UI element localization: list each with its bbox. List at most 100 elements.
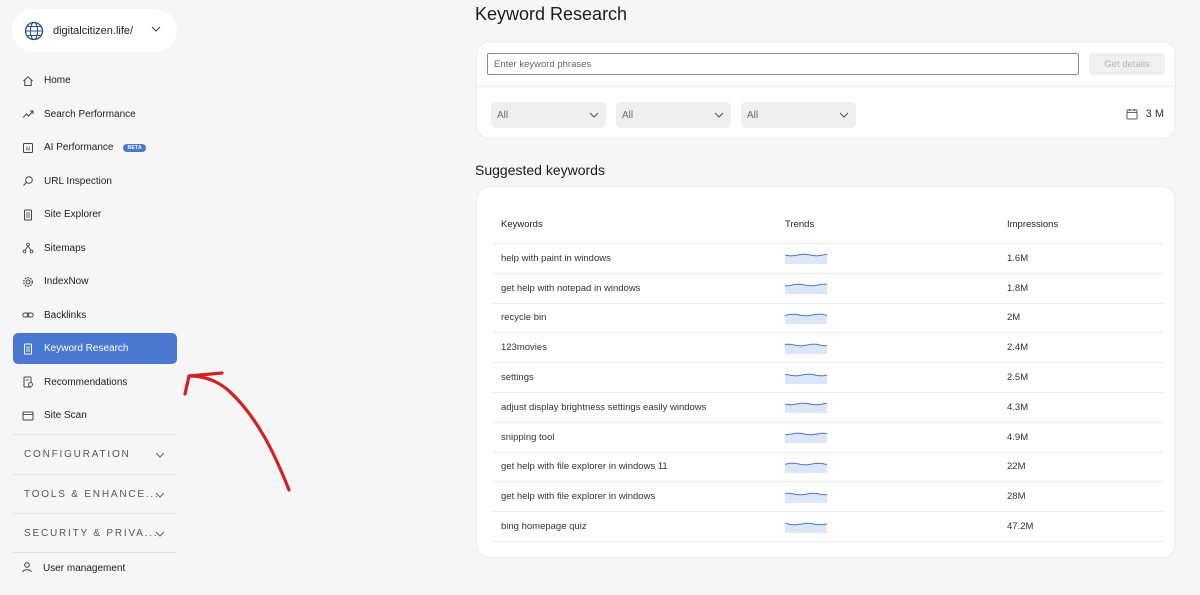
trend-icon: [21, 108, 34, 121]
sidebar-item-backlinks[interactable]: Backlinks: [13, 300, 177, 331]
trend-cell: [785, 342, 1007, 354]
filter-dropdown-2[interactable]: All: [616, 102, 731, 128]
impressions-cell: 1.8M: [1007, 282, 1029, 294]
table-row[interactable]: adjust display brightness settings easil…: [493, 393, 1163, 423]
trend-cell: [785, 312, 1007, 324]
document-icon: [21, 342, 34, 355]
impressions-cell: 1.6M: [1007, 252, 1029, 264]
table-body: help with paint in windows 1.6M get help w…: [493, 244, 1163, 542]
trend-sparkline: [785, 254, 827, 265]
sidebar-item-label: Keyword Research: [44, 343, 129, 354]
keyword-cell: settings: [501, 372, 534, 384]
keyword-cell: recycle bin: [501, 312, 547, 324]
sidebar-item-search-performance[interactable]: Search Performance: [13, 99, 177, 130]
table-row[interactable]: get help with notepad in windows 1.8M: [493, 274, 1163, 304]
get-details-button[interactable]: Get details: [1089, 53, 1165, 75]
sitemap-icon: [21, 242, 34, 255]
filter-dropdown-1[interactable]: All: [491, 102, 606, 128]
impressions-cell: 2M: [1007, 312, 1021, 324]
gear-icon: [21, 275, 34, 288]
sidebar-item-label: Search Performance: [44, 108, 136, 120]
sidebar-item-user-management[interactable]: User management: [13, 552, 177, 584]
sidebar-item-site-scan[interactable]: Site Scan: [13, 400, 177, 431]
sidebar-item-home[interactable]: Home: [13, 65, 177, 96]
trend-sparkline: [785, 522, 827, 533]
column-header-keywords: Keywords: [501, 218, 543, 230]
filter-value: All: [747, 109, 759, 121]
trend-sparkline: [785, 343, 827, 354]
sidebar-item-site-explorer[interactable]: Site Explorer: [13, 199, 177, 230]
globe-icon: [24, 21, 44, 40]
sidebar-item-label: Backlinks: [44, 309, 87, 321]
table-row[interactable]: get help with file explorer in windows 28…: [493, 482, 1163, 513]
keyword-input[interactable]: [487, 53, 1079, 75]
keyword-cell: snipping tool: [501, 431, 555, 443]
table-row[interactable]: help with paint in windows 1.6M: [493, 244, 1163, 274]
trend-sparkline: [785, 313, 827, 324]
section-label: TOOLS & ENHANCE...: [24, 488, 160, 500]
link-icon: [21, 309, 34, 322]
column-header-trends: Trends: [785, 218, 815, 230]
sidebar-item-keyword-research[interactable]: Keyword Research: [13, 333, 177, 364]
date-range-label: 3 M: [1145, 108, 1164, 120]
trend-sparkline: [785, 432, 827, 444]
sidebar-item-sitemaps[interactable]: Sitemaps: [13, 233, 177, 264]
chevron-down-icon: [589, 112, 599, 118]
date-range-picker[interactable]: 3 M: [1126, 108, 1164, 120]
home-icon: [21, 74, 34, 87]
keyword-cell: 123movies: [501, 342, 547, 354]
suggested-keywords-card: Keywords Trends Impressions help with pa…: [476, 186, 1176, 558]
impressions-cell: 4.9M: [1007, 431, 1029, 443]
table-row[interactable]: get help with file explorer in windows 1…: [493, 453, 1163, 483]
trend-sparkline: [785, 403, 827, 414]
search-icon: [21, 175, 34, 188]
keyword-cell: get help with file explorer in windows: [501, 491, 656, 503]
impressions-cell: 2.5M: [1007, 372, 1029, 384]
section-label: CONFIGURATION: [24, 448, 131, 460]
column-header-impressions: Impressions: [1007, 218, 1059, 230]
sidebar-nav: Home Search Performance AI AI Performanc…: [13, 65, 177, 434]
table-row[interactable]: bing homepage quiz 47.2M: [493, 512, 1163, 542]
chevron-down-icon: [155, 492, 165, 498]
sidebar-item-ai-performance[interactable]: AI AI Performance BETA: [13, 132, 177, 163]
site-selector[interactable]: digitalcitizen.life/: [12, 9, 177, 52]
filter-value: All: [622, 109, 634, 121]
table-row[interactable]: 123movies 2.4M: [493, 333, 1163, 364]
filter-dropdown-3[interactable]: All: [741, 102, 856, 128]
trend-cell: [785, 521, 1007, 533]
section-tools-enhancements[interactable]: TOOLS & ENHANCE...: [13, 474, 177, 513]
scan-icon: [21, 409, 34, 422]
beta-badge: BETA: [123, 143, 146, 152]
trend-cell: [785, 372, 1007, 384]
table-row[interactable]: snipping tool 4.9M: [493, 423, 1163, 453]
sidebar: digitalcitizen.life/ Home Search Perform…: [0, 0, 190, 595]
annotation-arrow: [183, 371, 291, 492]
sidebar-item-indexnow[interactable]: IndexNow: [13, 266, 177, 297]
sidebar-item-label: Site Explorer: [44, 209, 102, 220]
keyword-cell: get help with notepad in windows: [501, 282, 641, 294]
sidebar-item-label: IndexNow: [44, 276, 89, 287]
section-security-privacy[interactable]: SECURITY & PRIVA...: [13, 513, 177, 552]
ai-icon: AI: [21, 141, 34, 154]
trend-cell: [785, 252, 1007, 265]
table-row[interactable]: recycle bin 2M: [493, 304, 1163, 334]
keywords-table: Keywords Trends Impressions help with pa…: [493, 205, 1163, 542]
impressions-cell: 28M: [1007, 491, 1026, 503]
impressions-cell: 47.2M: [1007, 521, 1034, 533]
page-title: Keyword Research: [475, 4, 628, 24]
sidebar-item-url-inspection[interactable]: URL Inspection: [13, 166, 177, 197]
trend-sparkline: [785, 283, 827, 295]
trend-cell: [785, 401, 1007, 414]
sidebar-item-recommendations[interactable]: Recommendations: [13, 367, 177, 398]
calendar-icon: [1126, 109, 1138, 120]
trend-sparkline: [785, 373, 827, 384]
keyword-cell: adjust display brightness settings easil…: [501, 401, 707, 413]
sidebar-item-label: Sitemaps: [44, 242, 86, 254]
svg-text:AI: AI: [25, 146, 30, 152]
trend-sparkline: [785, 462, 827, 473]
sidebar-item-label: Home: [44, 75, 71, 86]
table-row[interactable]: settings 2.5M: [493, 363, 1163, 393]
section-configuration[interactable]: CONFIGURATION: [13, 434, 177, 473]
sidebar-item-label: Recommendations: [44, 376, 128, 388]
trend-sparkline: [785, 492, 827, 503]
